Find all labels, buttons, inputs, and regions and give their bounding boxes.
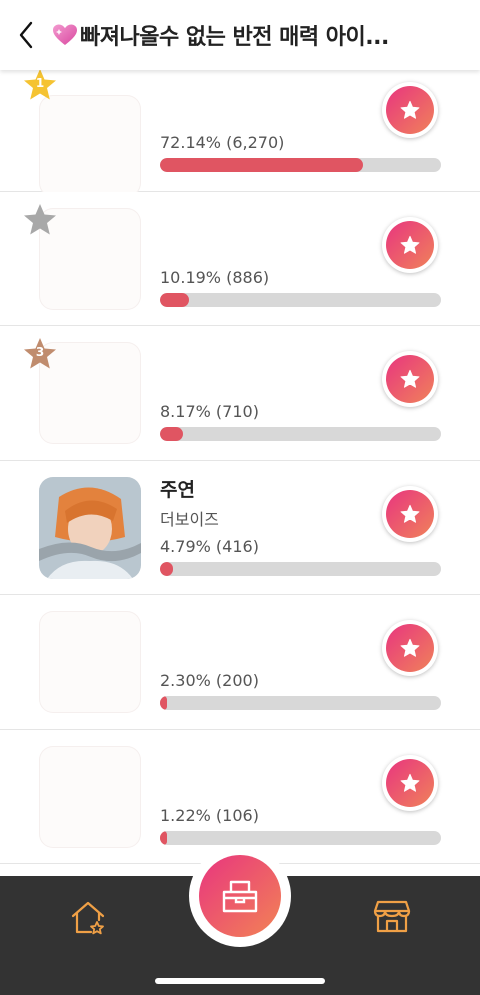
avatar [39,476,141,579]
list-item[interactable]: 2.30% (200) [0,595,480,730]
rank-number: 1 [35,76,45,90]
list-item[interactable]: 10.19% (886) [0,191,480,326]
vote-button[interactable] [382,216,438,273]
list-item[interactable]: 1.22% (106) [0,729,480,864]
list-item[interactable]: 3 8.17% (710) [0,326,480,461]
vote-percent: 8.17% (710) [160,402,259,421]
avatar [39,95,141,197]
vote-bar [160,561,441,576]
vote-percent: 2.30% (200) [160,671,259,690]
back-button[interactable] [0,0,52,70]
shop-tab[interactable] [372,896,412,936]
vote-bar-fill [160,830,168,845]
home-tab[interactable] [68,898,108,938]
vote-button[interactable] [382,754,438,811]
vote-percent: 1.22% (106) [160,805,259,825]
list-item[interactable]: 주연 더보이즈 4.79% (416) [0,460,480,595]
home-star-icon [71,901,105,935]
header: 빠져나올수 없는 반전 매력 아이... [0,0,480,70]
vote-percent: 72.14% (6,270) [160,133,285,152]
vote-bar-fill [160,561,174,576]
vote-button[interactable] [382,485,438,542]
home-indicator [155,978,325,984]
vote-center-button[interactable] [199,855,281,937]
rank-number: 3 [35,345,45,359]
storefront-icon [373,900,411,933]
chevron-left-icon [19,21,33,49]
star-icon [400,100,420,119]
vote-percent: 4.79% (416) [160,536,259,556]
star-badge-icon [24,203,56,234]
sparkling-heart-icon [52,23,78,47]
avatar [39,611,141,713]
star-icon [400,235,420,254]
vote-bar-fill [160,696,168,710]
star-icon [400,773,420,792]
vote-button[interactable] [382,620,438,676]
vote-button[interactable] [382,82,438,138]
avatar-photo [39,476,141,579]
vote-button[interactable] [382,351,438,407]
rank-badge: 3 [22,336,58,372]
entry-group: 더보이즈 [160,509,219,529]
vote-bar-fill [160,158,363,172]
vote-bar-fill [160,427,183,441]
vote-center-button-wrap [189,845,291,947]
page-title-text: 빠져나올수 없는 반전 매력 아이... [80,25,389,50]
list-item[interactable]: 1 72.14% (6,270) [0,57,480,197]
star-icon [400,504,420,523]
star-icon [400,638,420,657]
vote-bar [160,158,441,172]
vote-percent: 10.19% (886) [160,267,270,287]
page-title: 빠져나올수 없는 반전 매력 아이... [52,19,412,51]
avatar [39,745,141,848]
entry-name: 주연 [160,478,195,501]
vote-bar [160,696,441,710]
ballot-box-icon [222,880,258,913]
star-icon [400,369,420,388]
vote-bar [160,830,441,845]
rank-badge: 1 [22,67,58,103]
vote-bar [160,427,441,441]
rank-badge [22,202,58,238]
vote-bar-fill [160,292,189,307]
ranking-list: 1 72.14% (6,270) 10.19% (886) 3 8.17% (7… [0,57,480,864]
vote-bar [160,292,441,307]
